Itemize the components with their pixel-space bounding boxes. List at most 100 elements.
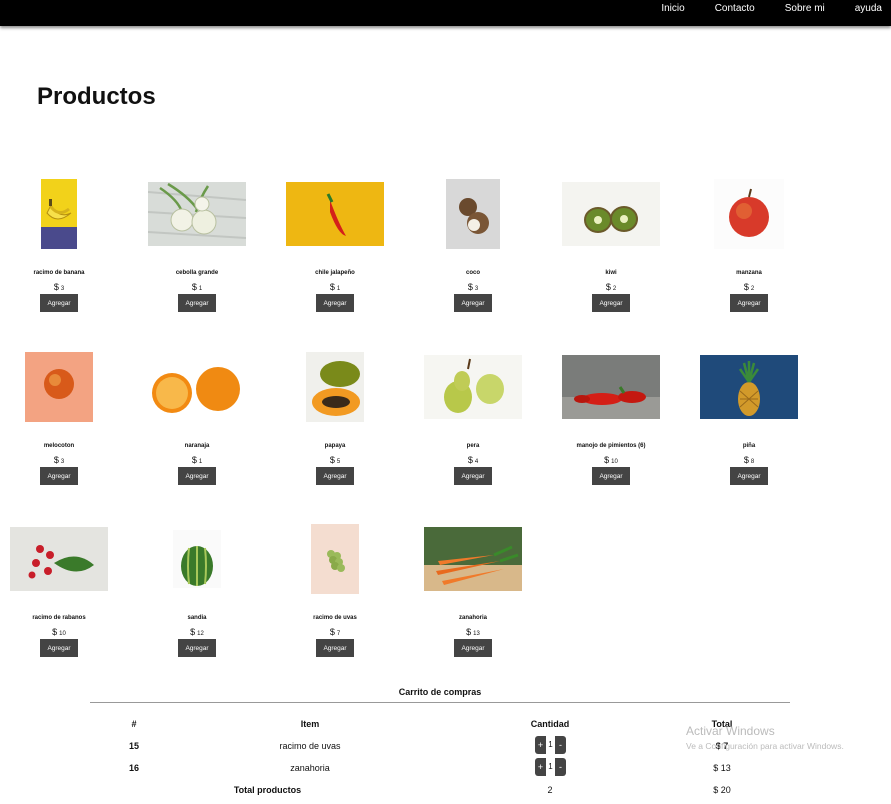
add-to-cart-button[interactable]: Agregar (592, 294, 630, 312)
price-value: 13 (473, 631, 480, 637)
product-name: piña (742, 443, 756, 449)
nav-link-contacto[interactable]: Contacto (694, 0, 764, 18)
add-to-cart-button[interactable]: Agregar (316, 639, 354, 657)
product-image-coconut (404, 178, 542, 250)
price-value: 12 (197, 631, 204, 637)
nav-link-inicio[interactable]: Inicio (640, 0, 693, 18)
currency-symbol: $ (191, 282, 197, 292)
cart-total-amount: $ 20 (713, 785, 731, 795)
price-value: 10 (611, 459, 618, 465)
price-value: 10 (59, 631, 66, 637)
product-card: melocoton $3 Agregar (0, 351, 128, 485)
main-nav: Inicio Contacto Sobre mi ayuda (640, 0, 891, 18)
page-title: Productos (37, 83, 156, 110)
add-to-cart-button[interactable]: Agregar (454, 294, 492, 312)
cart-total-quantity: 2 (547, 785, 553, 795)
product-card: piña $8 Agregar (680, 351, 818, 485)
product-image-apple (680, 178, 818, 250)
product-name: manojo de pimientos (6) (576, 443, 646, 449)
product-name: racimo de rabanos (32, 615, 86, 621)
cart-row-id: 15 (128, 741, 139, 751)
price-value: 4 (474, 459, 479, 465)
add-to-cart-button[interactable]: Agregar (40, 294, 78, 312)
add-to-cart-button[interactable]: Agregar (178, 294, 216, 312)
add-to-cart-button[interactable]: Agregar (316, 467, 354, 485)
price-value: 7 (336, 631, 341, 637)
cart-row-total: $ 13 (713, 763, 731, 773)
currency-symbol: $ (52, 627, 58, 637)
add-to-cart-button[interactable]: Agregar (454, 467, 492, 485)
product-price: $1 (128, 454, 266, 466)
price-value: 1 (198, 286, 203, 292)
increase-quantity-button[interactable]: + (535, 736, 546, 754)
watermark-title: Activar Windows (686, 724, 775, 738)
price-value: 1 (198, 459, 203, 465)
currency-symbol: $ (329, 282, 335, 292)
product-name: papaya (324, 443, 346, 449)
price-value: 3 (60, 459, 65, 465)
add-to-cart-button[interactable]: Agregar (454, 639, 492, 657)
windows-activation-watermark: Activar Windows Ve a Configuración para … (686, 724, 844, 751)
cart-header-quantity: Cantidad (530, 719, 570, 729)
product-name: racimo de banana (33, 270, 85, 276)
product-image-watermelon (128, 523, 266, 595)
product-name: manzana (736, 270, 762, 276)
product-image-carrot (404, 523, 542, 595)
product-price: $5 (266, 454, 404, 466)
decrease-quantity-button[interactable]: - (555, 758, 566, 776)
add-to-cart-button[interactable]: Agregar (730, 467, 768, 485)
cart-row-item: zanahoria (290, 763, 330, 773)
product-card: manojo de pimientos (6) $10 Agregar (542, 351, 680, 485)
product-price: $1 (266, 281, 404, 293)
price-value: 2 (612, 286, 617, 292)
decrease-quantity-button[interactable]: - (555, 736, 566, 754)
product-name: naranaja (184, 443, 210, 449)
watermark-subtitle: Ve a Configuración para activar Windows. (686, 741, 844, 751)
add-to-cart-button[interactable]: Agregar (178, 467, 216, 485)
currency-symbol: $ (191, 455, 197, 465)
add-to-cart-button[interactable]: Agregar (316, 294, 354, 312)
currency-symbol: $ (53, 282, 59, 292)
add-to-cart-button[interactable]: Agregar (40, 467, 78, 485)
currency-symbol: $ (329, 455, 335, 465)
add-to-cart-button[interactable]: Agregar (40, 639, 78, 657)
product-image-pear (404, 351, 542, 423)
product-card: manzana $2 Agregar (680, 178, 818, 312)
add-to-cart-button[interactable]: Agregar (730, 294, 768, 312)
product-price: $13 (404, 626, 542, 638)
product-card: racimo de rabanos $10 Agregar (0, 523, 128, 657)
product-name: racimo de uvas (313, 615, 357, 621)
product-card: racimo de uvas $7 Agregar (266, 523, 404, 657)
product-price: $3 (0, 281, 128, 293)
quantity-value: 1 (546, 758, 555, 776)
product-image-chili (266, 178, 404, 250)
product-card: naranaja $1 Agregar (128, 351, 266, 485)
product-image-peach (0, 351, 128, 423)
product-image-papaya (266, 351, 404, 423)
product-name: kiwi (605, 270, 617, 276)
product-price: $4 (404, 454, 542, 466)
product-price: $3 (0, 454, 128, 466)
price-value: 5 (336, 459, 341, 465)
nav-link-sobre-mi[interactable]: Sobre mi (764, 0, 834, 18)
product-card: cebolla grande $1 Agregar (128, 178, 266, 312)
product-name: sandia (187, 615, 207, 621)
cart-header-id: # (131, 719, 137, 729)
add-to-cart-button[interactable]: Agregar (178, 639, 216, 657)
product-card: racimo de banana $3 Agregar (0, 178, 128, 312)
quantity-value: 1 (546, 736, 555, 754)
nav-link-ayuda[interactable]: ayuda (834, 0, 891, 18)
add-to-cart-button[interactable]: Agregar (592, 467, 630, 485)
product-image-kiwi (542, 178, 680, 250)
product-price: $10 (0, 626, 128, 638)
quantity-stepper: + 1 - (535, 758, 566, 776)
product-price: $12 (128, 626, 266, 638)
currency-symbol: $ (743, 455, 749, 465)
price-value: 1 (336, 286, 341, 292)
cart-divider (90, 702, 790, 703)
currency-symbol: $ (190, 627, 196, 637)
currency-symbol: $ (53, 455, 59, 465)
product-card: zanahoria $13 Agregar (404, 523, 542, 657)
increase-quantity-button[interactable]: + (535, 758, 546, 776)
cart-row-id: 16 (128, 763, 139, 773)
